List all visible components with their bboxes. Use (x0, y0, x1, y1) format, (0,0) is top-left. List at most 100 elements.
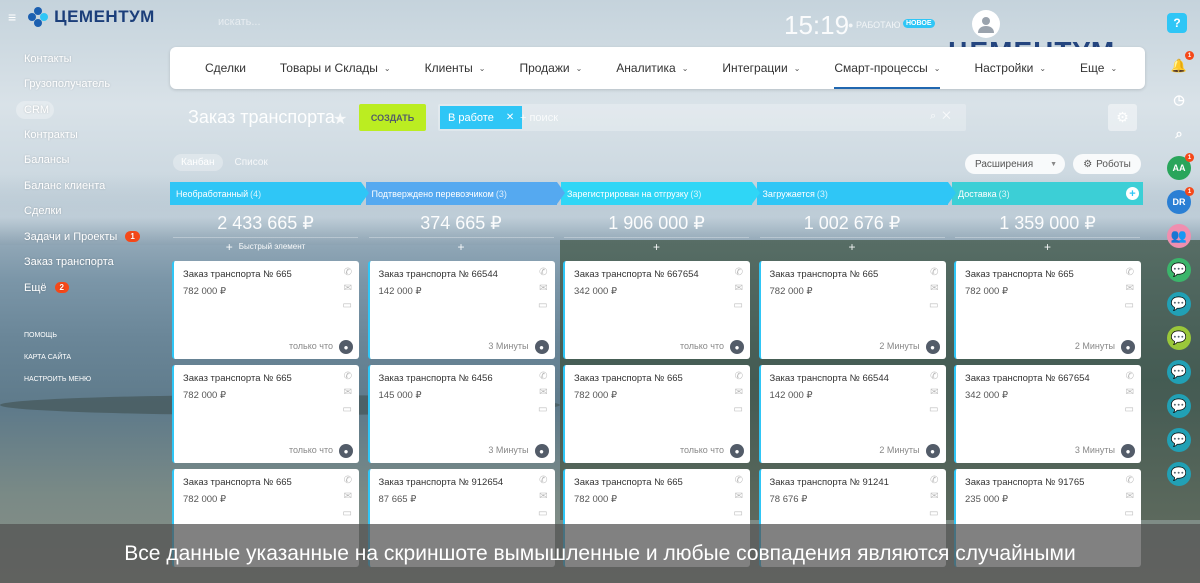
chat-icon[interactable]: ▭ (343, 404, 352, 415)
global-search-input[interactable]: искать... (218, 16, 348, 32)
card-title[interactable]: Заказ транспорта № 6456 (379, 373, 493, 384)
phone-icon[interactable]: ✆ (539, 267, 547, 278)
chat-icon[interactable]: 💬 (1167, 258, 1191, 282)
tab-list[interactable]: Список (227, 154, 276, 171)
chat-icon[interactable]: 💬 (1167, 326, 1191, 350)
mail-icon[interactable]: ✉ (930, 283, 938, 294)
menu-item-3[interactable]: Клиенты ⌄ (408, 47, 503, 89)
avatar[interactable]: ● (1121, 444, 1135, 458)
mail-icon[interactable]: ✉ (930, 491, 938, 502)
deal-card[interactable]: Заказ транспорта № 665 782 000 ₽ ✆ ✉ ▭ только… (172, 365, 359, 463)
chat-icon[interactable]: 💬 (1167, 394, 1191, 418)
phone-icon[interactable]: ✆ (1126, 475, 1134, 486)
sidebar-item[interactable]: Балансы (0, 148, 165, 174)
column-header[interactable]: Зарегистрирован на отгрузку (3) (561, 182, 760, 205)
mail-icon[interactable]: ✉ (735, 387, 743, 398)
phone-icon[interactable]: ✆ (539, 371, 547, 382)
chat-icon[interactable]: ▭ (734, 404, 743, 415)
chat-icon[interactable]: ▭ (929, 404, 938, 415)
mail-icon[interactable]: ✉ (344, 387, 352, 398)
phone-icon[interactable]: ✆ (930, 267, 938, 278)
menu-item-4[interactable]: Продажи ⌄ (502, 47, 599, 89)
phone-icon[interactable]: ✆ (344, 371, 352, 382)
mail-icon[interactable]: ✉ (1126, 387, 1134, 398)
deal-card[interactable]: Заказ транспорта № 665 782 000 ₽ ✆ ✉ ▭ 2 Мину… (954, 261, 1141, 359)
filter-chip[interactable]: В работе ✕ (440, 106, 523, 129)
sidebar-item[interactable]: Задачи и Проекты 1 (0, 224, 165, 250)
quick-add-button[interactable]: + (955, 237, 1140, 255)
create-button[interactable]: СОЗДАТЬ (359, 104, 426, 131)
avatar[interactable]: ● (730, 340, 744, 354)
chat-icon[interactable]: ▭ (538, 300, 547, 311)
avatar[interactable]: ● (730, 444, 744, 458)
card-title[interactable]: Заказ транспорта № 665 (574, 477, 683, 488)
card-title[interactable]: Заказ транспорта № 66544 (770, 373, 889, 384)
sidebar-footer-link[interactable]: КАРТА САЙТА (0, 347, 165, 369)
quick-add-button[interactable]: + Быстрый элемент (173, 237, 358, 255)
deal-card[interactable]: Заказ транспорта № 667654 342 000 ₽ ✆ ✉ ▭ 3 М… (954, 365, 1141, 463)
sidebar-item[interactable]: Баланс клиента (0, 173, 165, 199)
card-title[interactable]: Заказ транспорта № 665 (770, 269, 879, 280)
robots-button[interactable]: ⚙ Роботы (1073, 154, 1141, 174)
phone-icon[interactable]: ✆ (344, 475, 352, 486)
search-icon[interactable]: ⌕ (1167, 122, 1191, 146)
mail-icon[interactable]: ✉ (1126, 283, 1134, 294)
sidebar-item[interactable]: Заказ транспорта (0, 250, 165, 276)
card-title[interactable]: Заказ транспорта № 665 (574, 373, 683, 384)
sidebar-item[interactable]: Сделки (0, 199, 165, 225)
phone-icon[interactable]: ✆ (1126, 267, 1134, 278)
card-title[interactable]: Заказ транспорта № 66544 (379, 269, 498, 280)
sidebar-footer-link[interactable]: НАСТРОИТЬ МЕНЮ (0, 369, 165, 391)
chat-icon[interactable]: ▭ (1125, 404, 1134, 415)
deal-card[interactable]: Заказ транспорта № 66544 142 000 ₽ ✆ ✉ ▭ 3 Ми… (367, 261, 555, 359)
chat-icon[interactable]: ▭ (343, 508, 352, 519)
card-title[interactable]: Заказ транспорта № 665 (183, 373, 292, 384)
menu-item-9[interactable]: Еще ⌄ (1063, 47, 1134, 89)
avatar[interactable]: ● (534, 444, 549, 458)
chat-icon[interactable]: ▭ (1125, 508, 1134, 519)
mail-icon[interactable]: ✉ (1126, 491, 1134, 502)
phone-icon[interactable]: ✆ (930, 371, 938, 382)
sidebar-footer-link[interactable]: ПОМОЩЬ (0, 325, 165, 347)
chat-icon[interactable]: ▭ (734, 300, 743, 311)
sidebar-item[interactable]: Ещё 2 (0, 275, 165, 301)
user-avatar[interactable]: AA 1 (1167, 153, 1194, 180)
menu-item-6[interactable]: Интеграции ⌄ (705, 47, 817, 89)
avatar[interactable]: ● (925, 444, 940, 458)
sidebar-item[interactable]: Контракты (0, 122, 165, 148)
menu-item-5[interactable]: Аналитика ⌄ (599, 47, 705, 89)
avatar[interactable]: ● (339, 340, 353, 354)
mail-icon[interactable]: ✉ (539, 491, 547, 502)
chat-icon[interactable]: ▭ (538, 508, 547, 519)
quick-add-button[interactable]: + (564, 237, 749, 255)
card-title[interactable]: Заказ транспорта № 665 (183, 477, 292, 488)
chat-icon[interactable]: ▭ (734, 508, 743, 519)
help-button[interactable]: ? (1167, 13, 1187, 33)
mail-icon[interactable]: ✉ (930, 387, 938, 398)
avatar[interactable]: ● (925, 340, 940, 354)
menu-item-8[interactable]: Настройки ⌄ (957, 47, 1063, 89)
settings-button[interactable]: ⚙ (1108, 104, 1137, 131)
phone-icon[interactable]: ✆ (539, 475, 547, 486)
mail-icon[interactable]: ✉ (539, 283, 547, 294)
tab-kanban[interactable]: Канбан (173, 154, 223, 171)
column-header[interactable]: Подтверждено перевозчиком (3) (365, 182, 565, 205)
menu-item-1[interactable]: Сделки (188, 47, 263, 89)
chat-icon[interactable]: 💬 (1167, 292, 1191, 316)
deal-card[interactable]: Заказ транспорта № 6456 145 000 ₽ ✆ ✉ ▭ 3 Мин… (367, 365, 555, 463)
phone-icon[interactable]: ✆ (1126, 371, 1134, 382)
add-column-icon[interactable]: + (1126, 187, 1139, 200)
user-avatar[interactable]: DR 1 (1167, 187, 1194, 214)
chat-icon[interactable]: 💬 (1167, 428, 1191, 452)
phone-icon[interactable]: ✆ (930, 475, 938, 486)
phone-icon[interactable]: ✆ (735, 475, 743, 486)
card-title[interactable]: Заказ транспорта № 667654 (965, 373, 1090, 384)
group-icon[interactable]: 👥 (1167, 224, 1191, 248)
bell-icon[interactable]: 🔔 1 (1167, 51, 1194, 78)
column-header[interactable]: Загружается (3) (756, 182, 956, 205)
card-title[interactable]: Заказ транспорта № 91765 (965, 477, 1084, 488)
column-header[interactable]: Необработанный (4) (170, 182, 369, 205)
chat-icon[interactable]: ▭ (929, 300, 938, 311)
mail-icon[interactable]: ✉ (735, 283, 743, 294)
quick-add-button[interactable]: + (759, 237, 945, 255)
